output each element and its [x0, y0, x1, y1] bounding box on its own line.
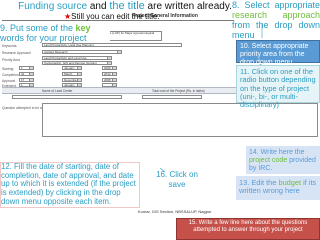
- date-row-label: Completion: [2, 73, 19, 77]
- top-banner-note: Funding source and the title are written…: [18, 0, 232, 12]
- edit-title-note: ★Still you can edit the title.: [64, 12, 160, 21]
- budget-input[interactable]: [142, 95, 202, 99]
- approval-day-select[interactable]: 17: [19, 78, 34, 82]
- lead-pi-header: Name of Lead Center: [42, 89, 73, 93]
- note-13-budget: 13. Edit the budget if its written wrong…: [236, 176, 320, 200]
- lead-pi-input[interactable]: [12, 95, 122, 99]
- approval-year-select[interactable]: 2008: [102, 78, 117, 82]
- completion-day-select[interactable]: 31: [19, 72, 34, 76]
- funding-source-phrase: Funding source: [18, 1, 88, 12]
- note-11-project-type: 11. Click on one of the radio button dep…: [236, 65, 320, 109]
- date-row-label: Starting: [2, 67, 14, 71]
- keywords-label: Keywords: [2, 44, 17, 48]
- date-row-label: Approval: [2, 79, 16, 83]
- footer-credit: Kumar, GIS Section, NBSS&LUP, Nagpur: [138, 209, 212, 214]
- priority-area-label: Priority Area: [2, 58, 20, 62]
- budget-header: Total cost of the Project (Rs. in lakhs): [152, 89, 205, 93]
- starting-month-select[interactable]: January: [62, 66, 82, 70]
- starting-day-select[interactable]: 1: [19, 66, 34, 70]
- approval-month-select[interactable]: December: [62, 78, 82, 82]
- note-12-dates: 12. Fill the date of starting, date of c…: [0, 162, 140, 208]
- starting-year-select[interactable]: 2009: [102, 66, 117, 70]
- note-14-project-code: 14. Write here the project code provided…: [246, 146, 320, 174]
- note-8-research-approach: 8. Select appropriate research approach …: [232, 0, 320, 41]
- completion-month-select[interactable]: March: [62, 72, 82, 76]
- title-phrase: the title: [109, 0, 145, 12]
- note-10-priority-area: 10. Select appropriate priority area fro…: [236, 40, 320, 66]
- completion-year-select[interactable]: 2012: [102, 72, 117, 76]
- priority-area-select[interactable]: Land Productivity and Land Use: [42, 56, 112, 60]
- research-approach-label: Research Approach: [2, 51, 31, 55]
- research-approach-select[interactable]: Applied Research: [42, 50, 122, 54]
- note-15-questions: 15. Write a few line here about the ques…: [176, 218, 320, 240]
- note-9-keywords: 9. Put some of the key words for your pr…: [0, 23, 110, 44]
- keywords-input[interactable]: Land Productivity, Land Use Planning: [42, 43, 182, 47]
- priority-area-select-2[interactable]: Cartographic, GIS and Remote Sensing: [42, 61, 112, 65]
- note-16-save: 16. Click on save: [156, 170, 198, 189]
